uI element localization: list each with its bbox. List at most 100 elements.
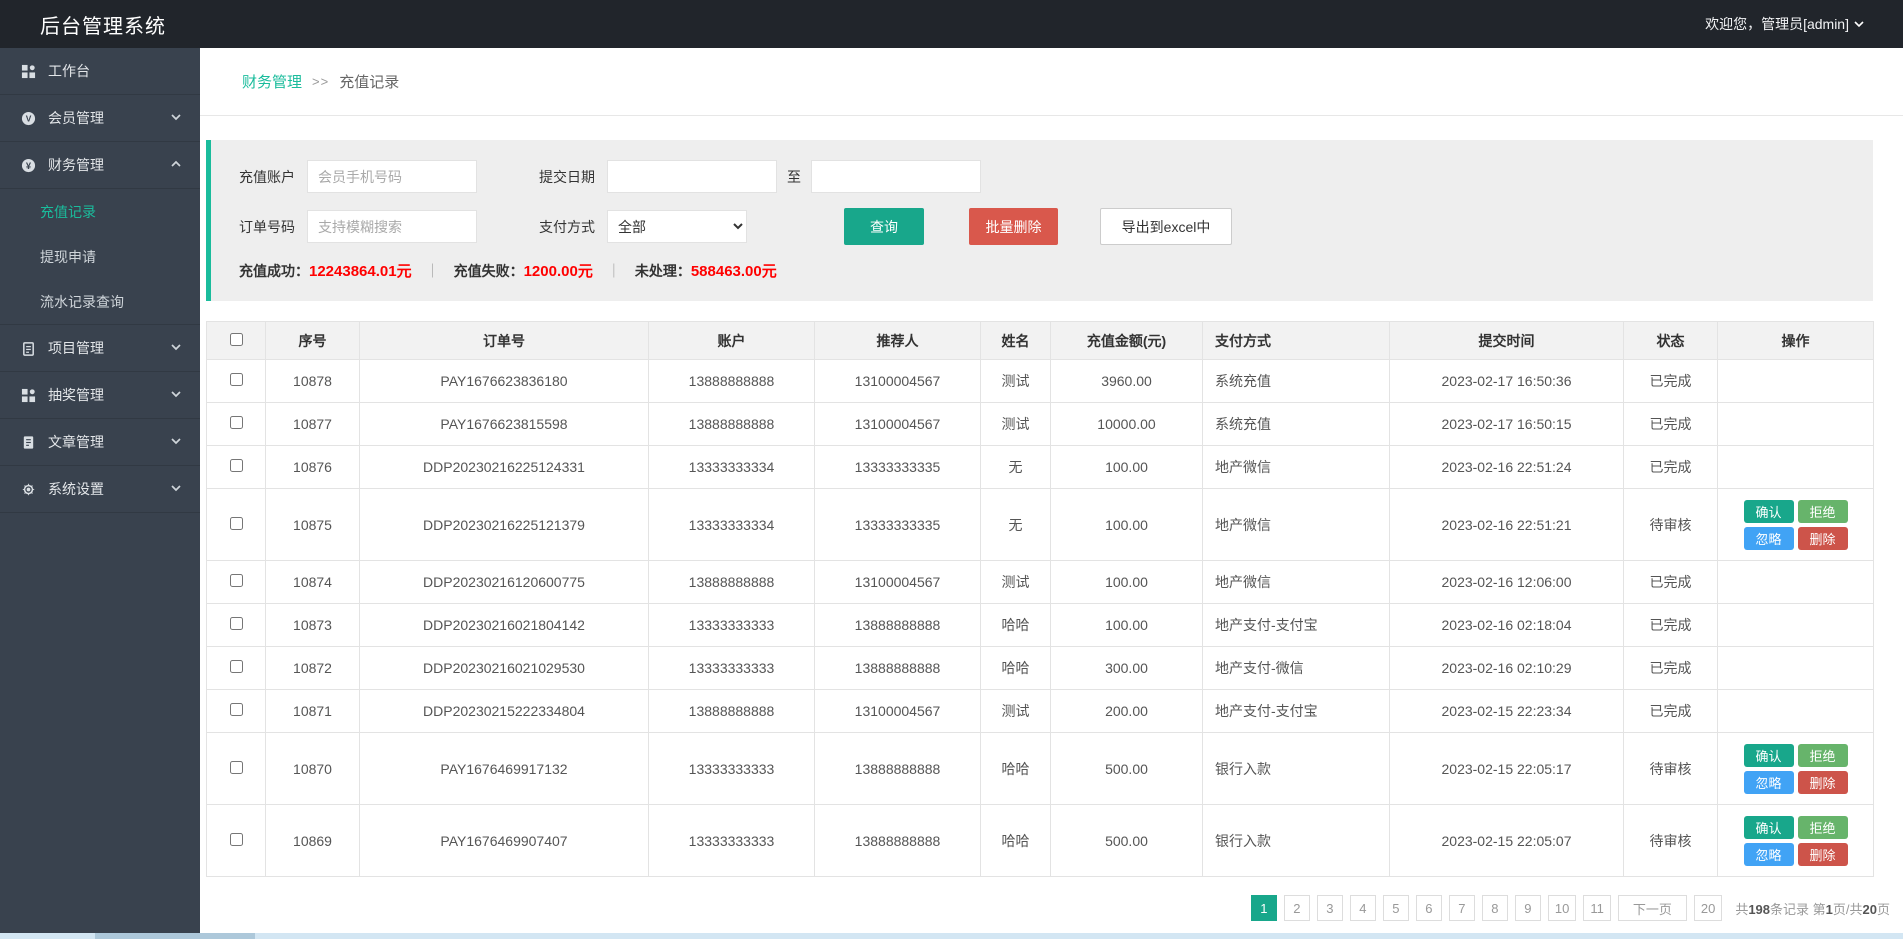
recharge-account-label: 充值账户	[239, 167, 295, 187]
cell-time: 2023-02-17 16:50:36	[1390, 360, 1624, 403]
status-badge: 已完成	[1624, 446, 1718, 489]
row-checkbox[interactable]	[230, 574, 243, 587]
summary-part: 1	[1826, 902, 1833, 917]
row-checkbox[interactable]	[230, 703, 243, 716]
cell-time: 2023-02-15 22:05:07	[1390, 805, 1624, 877]
cell-account: 13888888888	[649, 403, 815, 446]
cell-pay-method: 地产微信	[1203, 489, 1390, 561]
search-button[interactable]: 查询	[844, 208, 924, 245]
member-icon: V	[20, 110, 36, 126]
cell-order-no: PAY1676469917132	[360, 733, 649, 805]
success-stat-label: 充值成功：	[239, 261, 309, 281]
cell-name: 哈哈	[981, 647, 1051, 690]
page-button-20[interactable]: 20	[1694, 895, 1722, 921]
cell-order-no: DDP20230216021029530	[360, 647, 649, 690]
cell-actions: 确认拒绝忽略删除	[1718, 805, 1874, 877]
export-excel-button[interactable]: 导出到excel中	[1100, 208, 1232, 245]
status-badge: 待审核	[1624, 733, 1718, 805]
cell-actions	[1718, 647, 1874, 690]
cell-name: 测试	[981, 690, 1051, 733]
row-checkbox[interactable]	[230, 416, 243, 429]
cell-referrer: 13888888888	[815, 733, 981, 805]
sidebar-item-label: 会员管理	[48, 108, 170, 128]
row-select-cell	[207, 561, 266, 604]
page-button-11[interactable]: 11	[1583, 895, 1611, 921]
recharge-account-input[interactable]	[307, 160, 477, 193]
column-header: 充值金额(元)	[1051, 322, 1203, 360]
delete-button[interactable]: 删除	[1798, 527, 1848, 550]
horizontal-scrollbar[interactable]	[0, 933, 1903, 939]
ignore-button[interactable]: 忽略	[1744, 771, 1794, 794]
scrollbar-thumb[interactable]	[95, 933, 255, 939]
page-button-5[interactable]: 5	[1383, 895, 1409, 921]
topbar: 后台管理系统 欢迎您，管理员[admin]	[0, 0, 1903, 48]
chevron-down-icon	[170, 481, 182, 497]
status-badge: 待审核	[1624, 489, 1718, 561]
ignore-button[interactable]: 忽略	[1744, 527, 1794, 550]
status-badge: 已完成	[1624, 604, 1718, 647]
page-button-3[interactable]: 3	[1317, 895, 1343, 921]
page-button-1[interactable]: 1	[1251, 895, 1277, 921]
sidebar-item-withdraw-requests[interactable]: 提现申请	[0, 234, 200, 279]
sidebar-item-finance[interactable]: ¥财务管理	[0, 142, 200, 189]
row-select-cell	[207, 690, 266, 733]
cell-pay-method: 地产微信	[1203, 446, 1390, 489]
order-number-input[interactable]	[307, 210, 477, 243]
delete-button[interactable]: 删除	[1798, 843, 1848, 866]
fail-stat-label: 充值失败：	[454, 261, 524, 281]
pay-method-select[interactable]: 全部	[607, 210, 747, 243]
reject-button[interactable]: 拒绝	[1798, 816, 1848, 839]
page-button-10[interactable]: 10	[1548, 895, 1576, 921]
date-to-input[interactable]	[811, 160, 981, 193]
sidebar-item-projects[interactable]: 项目管理	[0, 325, 200, 372]
page-button-9[interactable]: 9	[1515, 895, 1541, 921]
sidebar-item-flow-records[interactable]: 流水记录查询	[0, 279, 200, 324]
sidebar-item-recharge-records[interactable]: 充值记录	[0, 189, 200, 234]
cell-name: 无	[981, 446, 1051, 489]
row-checkbox[interactable]	[230, 761, 243, 774]
page-button-2[interactable]: 2	[1284, 895, 1310, 921]
row-checkbox[interactable]	[230, 617, 243, 630]
row-select-cell	[207, 733, 266, 805]
page-button-6[interactable]: 6	[1416, 895, 1442, 921]
confirm-button[interactable]: 确认	[1744, 816, 1794, 839]
row-checkbox[interactable]	[230, 459, 243, 472]
reject-button[interactable]: 拒绝	[1798, 744, 1848, 767]
breadcrumb-section-link[interactable]: 财务管理	[242, 71, 302, 92]
ignore-button[interactable]: 忽略	[1744, 843, 1794, 866]
cell-time: 2023-02-17 16:50:15	[1390, 403, 1624, 446]
summary-part: 条记录 第	[1770, 902, 1826, 917]
delete-button[interactable]: 删除	[1798, 771, 1848, 794]
confirm-button[interactable]: 确认	[1744, 500, 1794, 523]
row-checkbox[interactable]	[230, 373, 243, 386]
next-page-button[interactable]: 下一页	[1618, 895, 1687, 921]
sidebar-item-workbench[interactable]: 工作台	[0, 48, 200, 95]
page-button-4[interactable]: 4	[1350, 895, 1376, 921]
row-checkbox[interactable]	[230, 517, 243, 530]
page-button-7[interactable]: 7	[1449, 895, 1475, 921]
summary-part: 20	[1863, 902, 1877, 917]
breadcrumb: 财务管理 >> 充值记录	[200, 48, 1903, 116]
reject-button[interactable]: 拒绝	[1798, 500, 1848, 523]
column-header: 状态	[1624, 322, 1718, 360]
sidebar-item-settings[interactable]: 系统设置	[0, 466, 200, 513]
row-select-cell	[207, 360, 266, 403]
confirm-button[interactable]: 确认	[1744, 744, 1794, 767]
page-button-8[interactable]: 8	[1482, 895, 1508, 921]
sidebar-item-lottery[interactable]: 抽奖管理	[0, 372, 200, 419]
date-to-label: 至	[787, 167, 801, 187]
status-badge: 已完成	[1624, 360, 1718, 403]
pending-stat-label: 未处理：	[635, 261, 691, 281]
user-menu[interactable]: 欢迎您，管理员[admin]	[1705, 14, 1865, 34]
table-row: 10878PAY16766238361801388888888813100004…	[207, 360, 1874, 403]
date-from-input[interactable]	[607, 160, 777, 193]
select-all-checkbox[interactable]	[230, 333, 243, 346]
row-checkbox[interactable]	[230, 833, 243, 846]
chevron-down-icon	[170, 110, 182, 126]
cell-actions	[1718, 561, 1874, 604]
sidebar-item-members[interactable]: V 会员管理	[0, 95, 200, 142]
batch-delete-button[interactable]: 批量删除	[969, 208, 1058, 245]
cell-time: 2023-02-15 22:05:17	[1390, 733, 1624, 805]
sidebar-item-articles[interactable]: 文章管理	[0, 419, 200, 466]
row-checkbox[interactable]	[230, 660, 243, 673]
